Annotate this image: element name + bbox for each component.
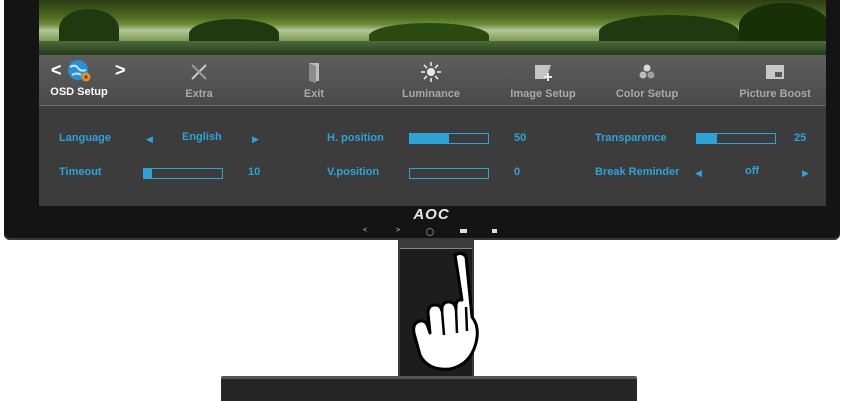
aoc-logo: AOC <box>413 206 450 223</box>
language-right-arrow[interactable]: ▶ <box>252 134 259 145</box>
right-button[interactable]: > <box>396 227 400 234</box>
transparence-slider[interactable] <box>696 133 776 144</box>
monitor-screen: < > OSD Setup Extra Exit Luminance Image… <box>39 0 826 206</box>
enter-icon[interactable] <box>460 229 467 233</box>
picture-boost-icon <box>766 65 784 79</box>
v-position-value: 0 <box>514 166 521 178</box>
tab-label: Luminance <box>401 88 461 100</box>
tab-label: Image Setup <box>510 88 576 100</box>
tab-extra[interactable]: Extra <box>159 55 239 105</box>
monitor-stand-base <box>221 376 637 401</box>
language-left-arrow[interactable]: ◀ <box>146 134 153 145</box>
tools-icon <box>191 64 207 80</box>
tab-label: Extra <box>185 88 213 100</box>
break-reminder-label: Break Reminder <box>595 166 680 178</box>
power-icon[interactable] <box>426 228 434 236</box>
language-value[interactable]: English <box>182 131 222 143</box>
v-position-slider[interactable] <box>409 168 489 179</box>
break-reminder-right-arrow[interactable]: ▶ <box>802 168 809 179</box>
globe-gear-icon <box>68 60 91 82</box>
h-position-slider[interactable] <box>409 133 489 144</box>
sun-icon <box>421 62 441 82</box>
osd-menu-bar: < > OSD Setup Extra Exit Luminance Image… <box>39 55 826 106</box>
language-label: Language <box>59 132 111 144</box>
left-button[interactable]: < <box>363 227 367 234</box>
pointing-hand-icon <box>412 251 479 371</box>
tab-picture-boost[interactable]: Picture Boost <box>729 55 821 105</box>
v-position-label: V.position <box>327 166 380 178</box>
tab-exit[interactable]: Exit <box>274 55 354 105</box>
timeout-slider[interactable] <box>143 168 223 179</box>
transparence-label: Transparence <box>595 132 667 144</box>
color-dots-icon <box>639 64 655 79</box>
door-icon <box>309 63 319 83</box>
break-reminder-left-arrow[interactable]: ◀ <box>695 168 702 179</box>
tab-label: Picture Boost <box>739 88 811 100</box>
tab-label: OSD Setup <box>50 86 108 98</box>
osd-settings-panel: Language ◀ English ▶ Timeout 10 H. posit… <box>39 106 826 206</box>
transparence-value: 25 <box>794 132 807 144</box>
tab-label: Color Setup <box>615 88 679 100</box>
tab-luminance[interactable]: Luminance <box>389 55 473 105</box>
h-position-value: 50 <box>514 132 527 144</box>
timeout-value: 10 <box>248 166 261 178</box>
tab-color-setup[interactable]: Color Setup <box>605 55 689 105</box>
landscape-photo <box>39 0 826 55</box>
monitor-bezel: < > OSD Setup Extra Exit Luminance Image… <box>4 0 840 240</box>
timeout-label: Timeout <box>59 166 102 178</box>
menu-icon[interactable] <box>492 229 497 233</box>
tab-image-setup[interactable]: Image Setup <box>501 55 585 105</box>
image-setup-icon <box>535 65 552 81</box>
tab-osd-setup[interactable]: OSD Setup <box>41 55 117 105</box>
break-reminder-value[interactable]: off <box>745 165 759 177</box>
h-position-label: H. position <box>327 132 384 144</box>
tab-label: Exit <box>303 88 325 100</box>
